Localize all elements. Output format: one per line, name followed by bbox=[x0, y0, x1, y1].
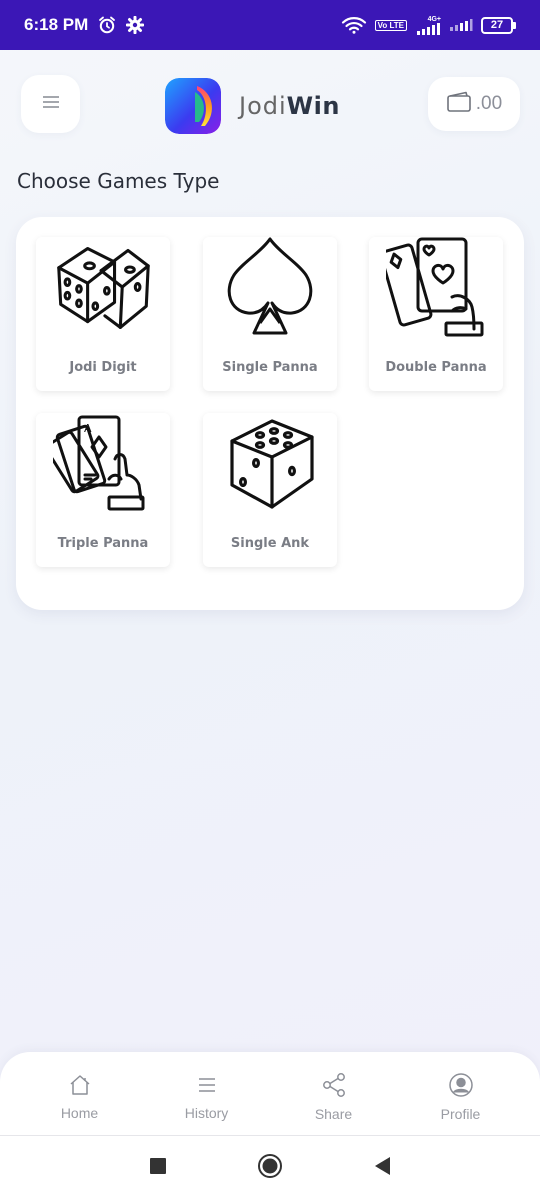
recents-icon[interactable] bbox=[149, 1157, 167, 1179]
status-bar: 6:18 PM Vo LTE 4G+ 27 bbox=[0, 0, 540, 50]
nav-label: Share bbox=[314, 1105, 353, 1122]
wifi-icon bbox=[341, 16, 367, 34]
game-card-single-panna[interactable]: Single Panna bbox=[203, 237, 337, 391]
nav-profile[interactable]: Profile bbox=[406, 1066, 516, 1122]
brand-name: JodiWin bbox=[239, 92, 340, 120]
wallet-icon bbox=[446, 91, 472, 117]
nav-history[interactable]: History bbox=[152, 1067, 262, 1121]
nav-home[interactable]: Home bbox=[25, 1067, 135, 1121]
status-left: 6:18 PM bbox=[24, 15, 145, 35]
game-card-triple-panna[interactable]: A Triple Panna bbox=[36, 413, 170, 567]
menu-icon bbox=[42, 94, 60, 114]
nav-label: History bbox=[184, 1104, 229, 1121]
home-icon bbox=[68, 1073, 92, 1101]
android-nav-bar bbox=[0, 1136, 540, 1200]
status-right: Vo LTE 4G+ 27 bbox=[341, 16, 516, 35]
settings-icon bbox=[126, 16, 145, 34]
status-time: 6:18 PM bbox=[24, 15, 89, 34]
back-icon[interactable] bbox=[373, 1156, 391, 1180]
game-label: Double Panna bbox=[385, 360, 487, 375]
network-type: 4G+ bbox=[427, 15, 441, 23]
game-label: Single Panna bbox=[222, 360, 318, 375]
home-circle-icon[interactable] bbox=[257, 1153, 283, 1183]
alarm-icon bbox=[98, 16, 116, 34]
brand-part-1: Jodi bbox=[239, 92, 287, 120]
battery-icon: 27 bbox=[481, 16, 516, 34]
battery-level: 27 bbox=[481, 16, 513, 34]
wallet-balance: .00 bbox=[475, 93, 503, 114]
nav-label: Home bbox=[60, 1104, 99, 1121]
bottom-nav: Home History Share Profile bbox=[0, 1052, 540, 1136]
game-label: Triple Panna bbox=[57, 536, 149, 551]
nav-share[interactable]: Share bbox=[279, 1066, 389, 1122]
volte-badge: Vo LTE bbox=[374, 19, 407, 31]
history-icon bbox=[195, 1073, 219, 1101]
wallet-button[interactable]: .00 bbox=[428, 77, 520, 131]
brand-part-2: Win bbox=[286, 92, 340, 120]
logo-icon bbox=[165, 78, 221, 134]
nav-label: Profile bbox=[440, 1105, 481, 1122]
signal-icon: 4G+ bbox=[415, 16, 441, 35]
dice-pair-icon bbox=[53, 237, 153, 337]
cards-hand-icon bbox=[386, 237, 486, 337]
game-label: Single Ank bbox=[230, 536, 310, 551]
games-panel: Jodi Digit Single Panna Double Panna A T… bbox=[16, 217, 524, 610]
app-logo: JodiWin bbox=[165, 78, 340, 134]
single-die-icon bbox=[220, 413, 320, 513]
menu-button[interactable] bbox=[21, 75, 80, 133]
game-card-jodi-digit[interactable]: Jodi Digit bbox=[36, 237, 170, 391]
signal-icon-2 bbox=[449, 19, 473, 31]
section-title: Choose Games Type bbox=[17, 169, 220, 193]
svg-text:A: A bbox=[84, 422, 92, 435]
game-card-double-panna[interactable]: Double Panna bbox=[369, 237, 503, 391]
spade-icon bbox=[220, 237, 320, 337]
game-card-single-ank[interactable]: Single Ank bbox=[203, 413, 337, 567]
game-label: Jodi Digit bbox=[69, 360, 137, 375]
share-icon bbox=[321, 1072, 347, 1102]
card-fan-icon: A bbox=[53, 413, 153, 513]
profile-icon bbox=[448, 1072, 474, 1102]
